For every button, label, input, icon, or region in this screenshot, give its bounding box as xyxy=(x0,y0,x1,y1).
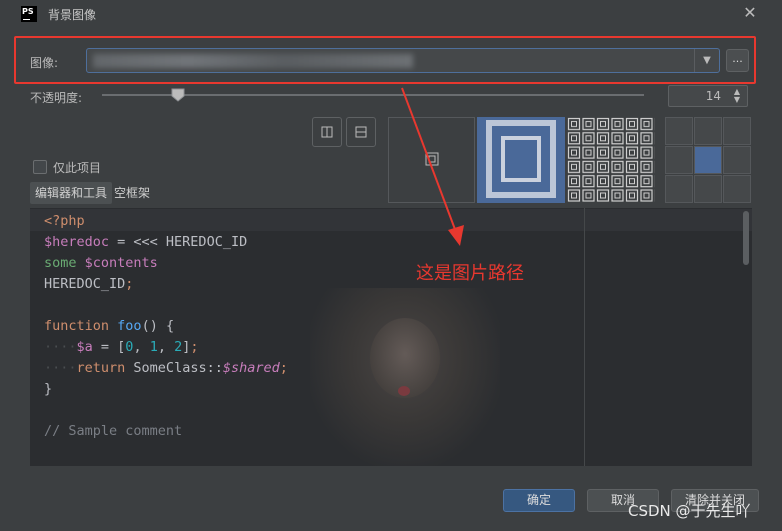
anchor-left[interactable] xyxy=(665,146,693,174)
anchor-top-right[interactable] xyxy=(723,117,751,145)
code-line: ····return SomeClass::$shared; xyxy=(44,360,288,376)
opacity-slider-thumb[interactable] xyxy=(171,88,185,102)
this-project-only-checkbox[interactable] xyxy=(33,160,47,174)
annotation-text: 这是图片路径 xyxy=(416,263,524,284)
anchor-top[interactable] xyxy=(694,117,722,145)
background-image-dialog: PS 背景图像 ✕ 图像: ▼ ... 不透明度: 14 ▲ ▼ 仅此项目 编辑… xyxy=(0,0,782,531)
red-arrow-annotation xyxy=(401,87,464,246)
ok-button[interactable]: 确定 xyxy=(503,489,575,512)
editor-scrollbar[interactable] xyxy=(743,211,749,265)
anchor-bottom-right[interactable] xyxy=(723,175,751,203)
code-line: ····$a = [0, 1, 2]; xyxy=(44,339,199,355)
close-icon[interactable]: ✕ xyxy=(741,3,759,23)
this-project-only-label: 仅此项目 xyxy=(53,161,102,175)
chevron-down-icon[interactable]: ▼ xyxy=(694,49,719,72)
browse-button[interactable]: ... xyxy=(726,49,749,72)
image-label: 图像: xyxy=(30,56,59,70)
photo-lips xyxy=(398,386,410,396)
split-horizontal-icon xyxy=(355,126,367,138)
code-line: function foo() { xyxy=(44,318,175,334)
anchor-bottom-left[interactable] xyxy=(665,175,693,203)
split-horizontal-button[interactable] xyxy=(346,117,376,147)
image-path-combobox[interactable]: ▼ xyxy=(86,48,720,73)
anchor-right[interactable] xyxy=(723,146,751,174)
background-photo-preview xyxy=(310,288,500,466)
redacted-path-value xyxy=(93,54,413,68)
right-margin-guide xyxy=(584,208,585,466)
code-sample: <?php $heredoc = <<< HEREDOC_ID some $co… xyxy=(44,211,288,442)
dialog-title: 背景图像 xyxy=(48,8,97,22)
spinner-arrows-icon[interactable]: ▲ ▼ xyxy=(731,88,743,104)
scale-image-icon xyxy=(486,120,556,198)
tab-editor-and-tools[interactable]: 编辑器和工具 xyxy=(30,182,113,204)
fill-option-tile[interactable] xyxy=(567,117,655,203)
anchor-top-left[interactable] xyxy=(665,117,693,145)
anchor-center[interactable] xyxy=(694,146,722,174)
anchor-bottom[interactable] xyxy=(694,175,722,203)
code-line: HEREDOC_ID; xyxy=(44,276,134,292)
phpstorm-app-icon: PS xyxy=(21,6,37,22)
opacity-label: 不透明度: xyxy=(30,91,83,105)
code-line: <?php xyxy=(44,213,85,229)
title-bar: PS 背景图像 ✕ xyxy=(0,0,782,28)
split-vertical-icon xyxy=(321,126,333,138)
code-line: $heredoc = <<< HEREDOC_ID xyxy=(44,234,248,250)
opacity-value[interactable]: 14 xyxy=(706,89,721,103)
opacity-spinner[interactable]: 14 ▲ ▼ xyxy=(668,85,748,107)
code-line: some $contents xyxy=(44,255,158,271)
csdn-watermark: CSDN @于先生吖 xyxy=(628,502,751,520)
code-line: // Sample comment xyxy=(44,423,183,439)
anchor-grid xyxy=(665,117,751,203)
split-vertical-button[interactable] xyxy=(312,117,342,147)
fill-option-scale[interactable] xyxy=(477,117,565,203)
tab-empty-frame[interactable]: 空框架 xyxy=(109,182,155,204)
code-line: } xyxy=(44,381,53,397)
tile-image-icon xyxy=(567,117,655,203)
